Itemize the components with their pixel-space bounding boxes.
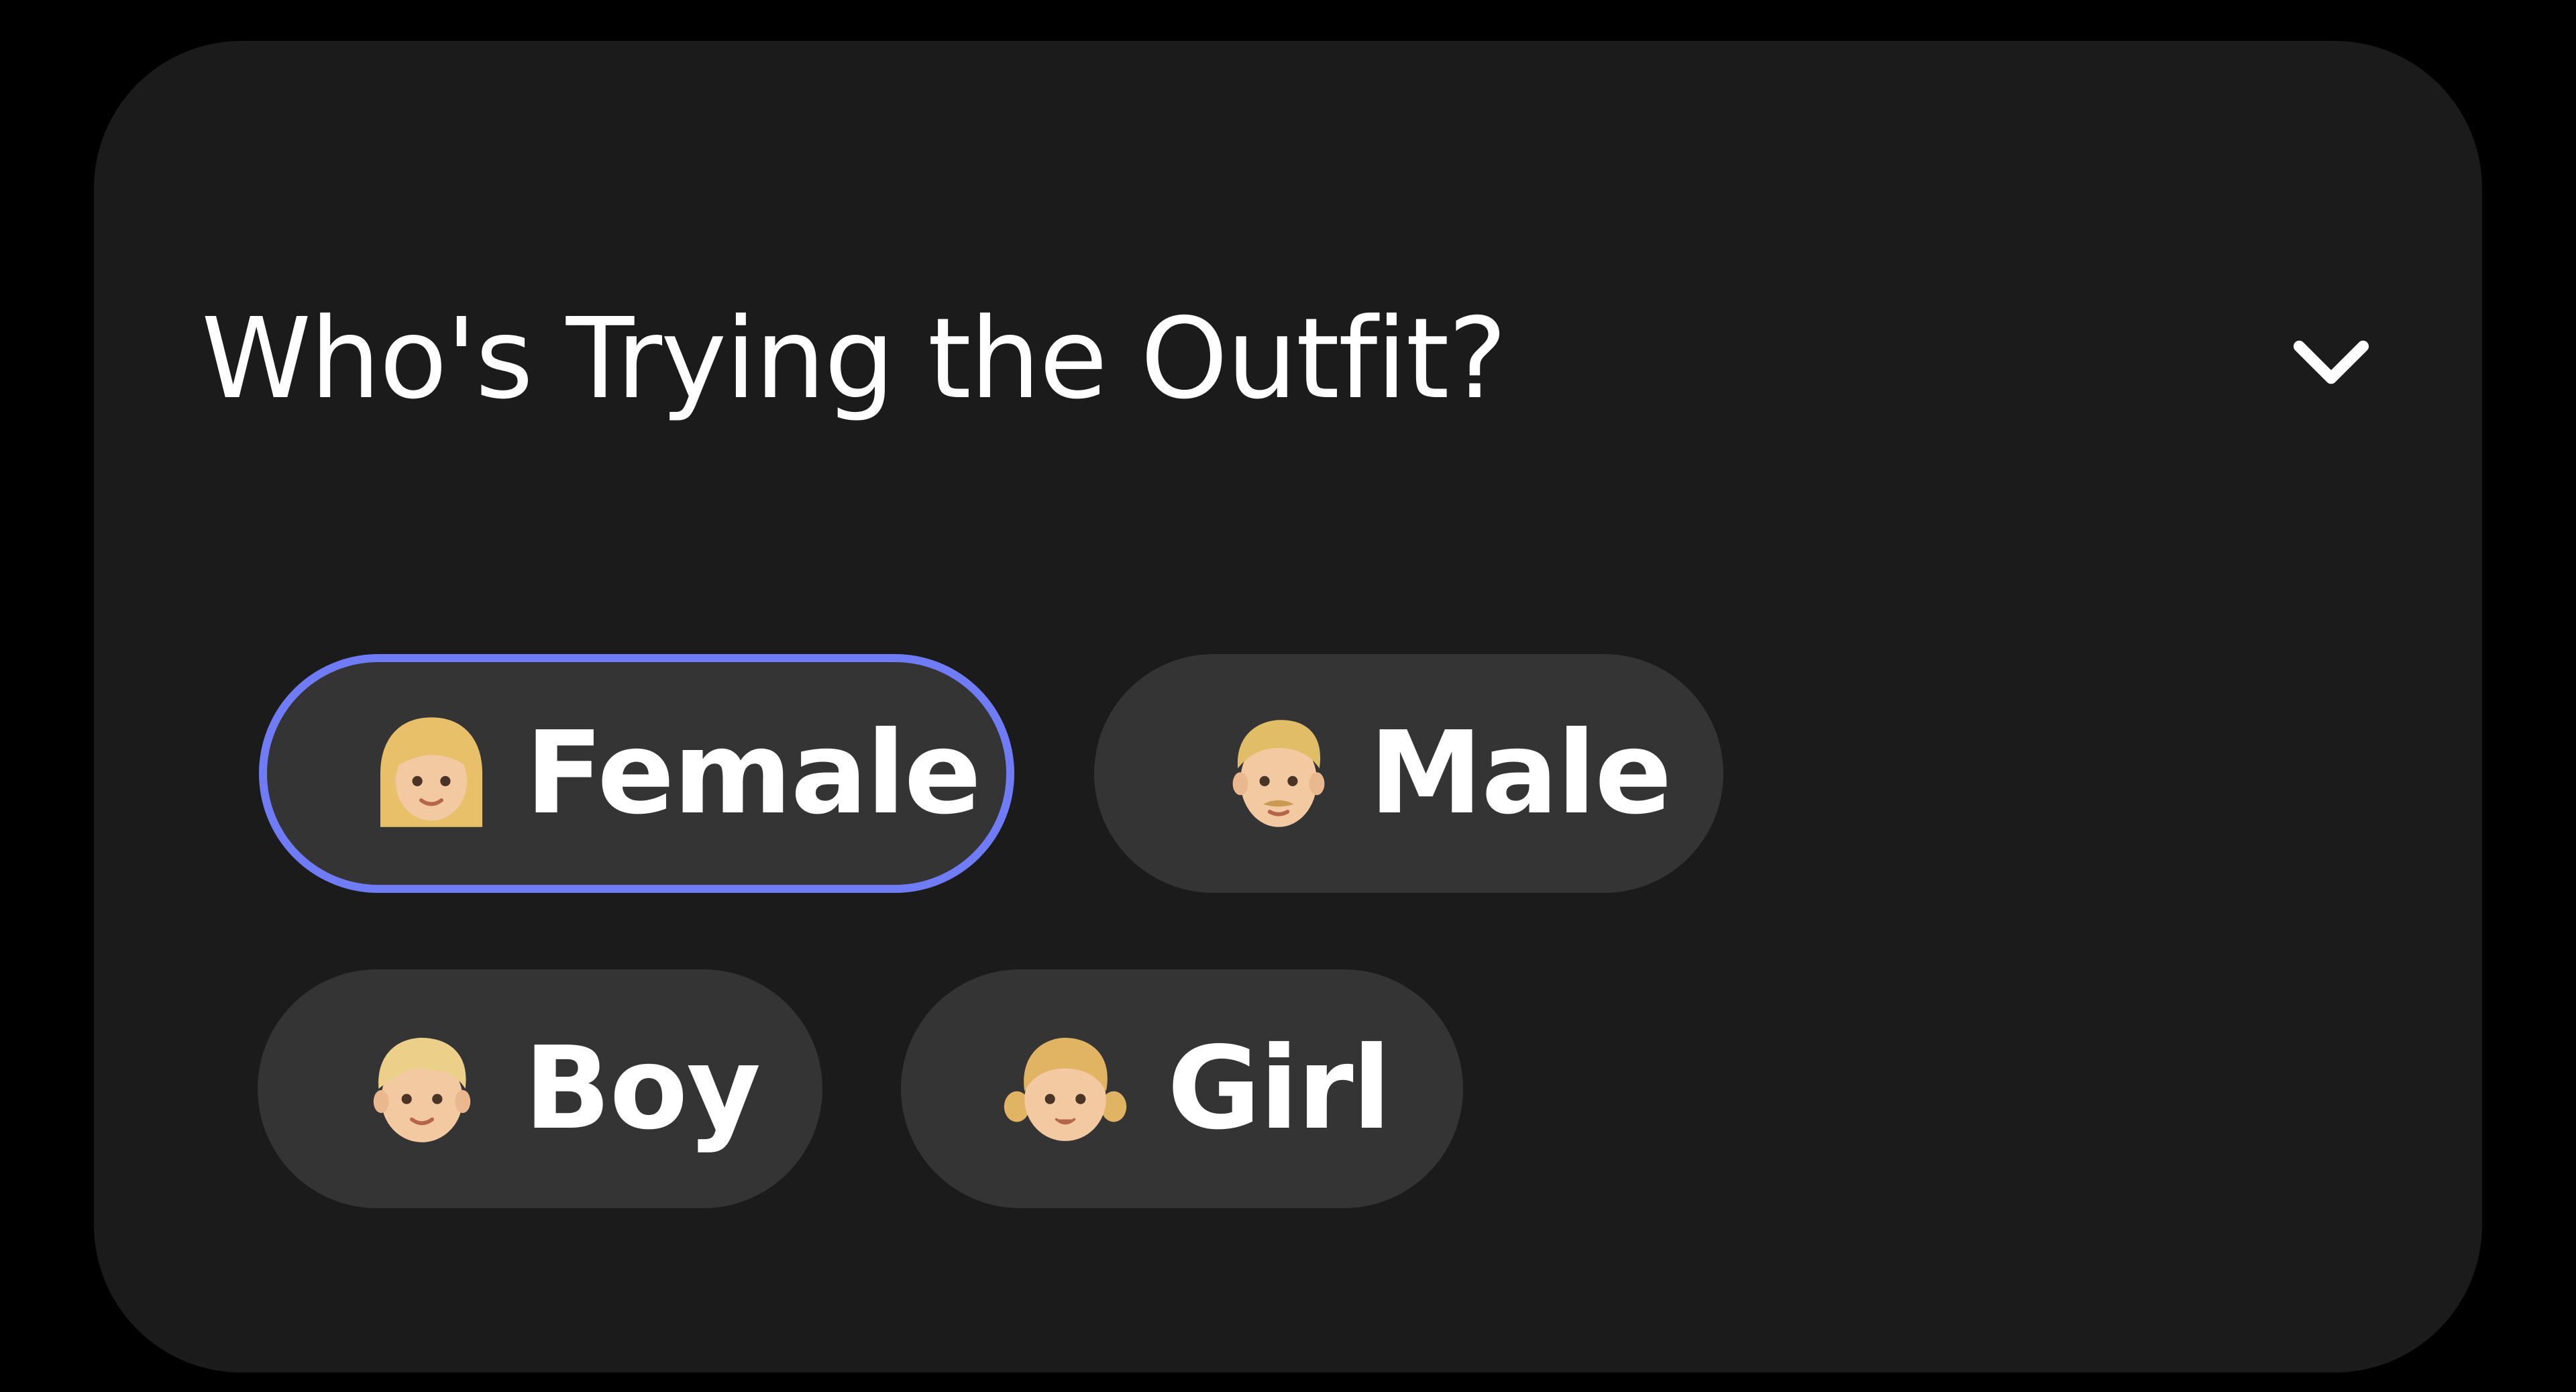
option-label: Male [1369,707,1672,840]
card-title: Who's Trying the Outfit? [201,295,1507,424]
option-label: Girl [1167,1022,1391,1155]
option-label: Female [525,707,981,840]
girl-emoji-icon [1002,1025,1129,1153]
option-boy-chip[interactable]: Boy [258,969,822,1208]
chevron-down-icon[interactable] [2274,305,2388,419]
man-emoji-icon [1215,710,1342,837]
woman-emoji-icon [368,710,495,837]
option-female-chip[interactable]: Female [259,654,1014,893]
option-girl-chip[interactable]: Girl [901,969,1463,1208]
option-label: Boy [524,1022,761,1155]
option-male-chip[interactable]: Male [1094,654,1723,893]
boy-emoji-icon [358,1025,486,1153]
audience-card: Who's Trying the Outfit? Female Male Boy… [94,41,2482,1373]
